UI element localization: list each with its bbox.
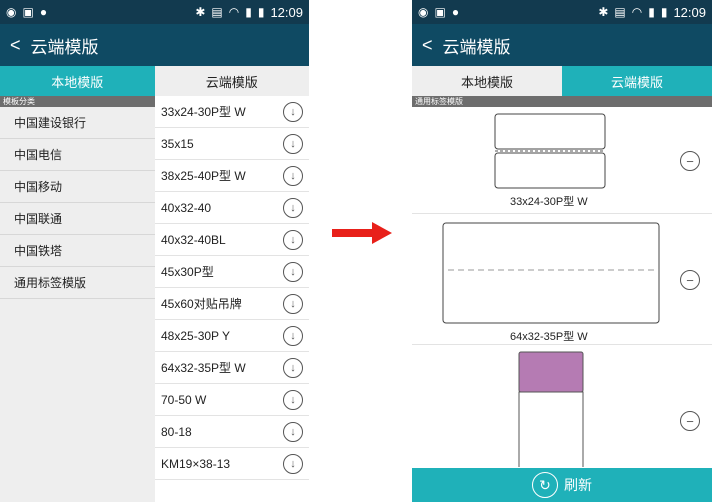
bluetooth-icon: ✱ [598,5,609,19]
back-arrow-icon[interactable]: < [10,35,21,56]
tab-bar: 本地模版 云端模版 [0,66,309,96]
category-header: 模板分类 [0,96,155,107]
sim-icon: ▮ [245,5,252,19]
download-icon[interactable]: ↓ [283,101,303,122]
download-icon[interactable]: ↓ [283,453,303,474]
chat-icon: ● [39,5,48,19]
status-time: 12:09 [270,4,303,20]
template-list: 33x24-30P型 W ↓ 35x15 ↓ 38x25-40P型 W ↓ 40x32… [155,96,309,502]
app-bar: < 云端模版 [412,24,712,66]
template-card[interactable]: 64x32-35P型 W − [412,214,712,345]
template-name: 48x25-30P Y [161,328,230,343]
status-bar: ◉ ▣ ● ✱ ▤ ◠ ▮ ▮ 12:09 [0,0,309,24]
nfc-icon: ▤ [211,5,223,19]
template-name: 45x30P型 [161,265,214,279]
template-name: 33x24-30P型 W [510,196,588,208]
download-icon[interactable]: ↓ [283,133,303,154]
sim-icon: ▮ [648,5,655,19]
app-notification-icon: ◉ [418,5,429,19]
page-title: 云端模版 [30,37,99,57]
app-bar: < 云端模版 [0,24,309,66]
template-card[interactable]: 33x24-30P型 W − [412,107,712,214]
category-item[interactable]: 中国联通 [0,203,155,235]
status-bar: ◉ ▣ ● ✱ ▤ ◠ ▮ ▮ 12:09 [412,0,712,24]
template-name: 70-50 W [161,392,207,407]
page-title: 云端模版 [442,37,511,57]
list-item[interactable]: 45x60对贴吊牌 ↓ [155,288,309,320]
download-icon[interactable]: ↓ [283,325,303,346]
image-icon: ▣ [22,5,34,19]
status-time: 12:09 [673,4,706,20]
template-name: 40x32-40BL [161,232,226,247]
label-preview [442,222,660,324]
download-icon[interactable]: ↓ [283,421,303,442]
list-item[interactable]: 40x32-40BL ↓ [155,224,309,256]
download-icon[interactable]: ↓ [283,261,303,282]
download-icon[interactable]: ↓ [283,293,303,314]
list-item[interactable]: KM19×38-13 ↓ [155,448,309,480]
list-item[interactable]: 80-18 ↓ [155,416,309,448]
template-name: 64x32-35P型 W [161,361,246,375]
list-item[interactable]: 40x32-40 ↓ [155,192,309,224]
list-item[interactable]: 48x25-30P Y ↓ [155,320,309,352]
battery-icon: ▮ [660,5,668,19]
tab-bar: 本地模版 云端模版 [412,66,712,96]
battery-icon: ▮ [257,5,265,19]
list-item[interactable]: 45x30P型 ↓ [155,256,309,288]
left-screen: ◉ ▣ ● ✱ ▤ ◠ ▮ ▮ 12:09 < 云端模版 本地模版 云端模版 模… [0,0,309,502]
list-item[interactable]: 35x15 ↓ [155,128,309,160]
back-arrow-icon[interactable]: < [422,35,433,56]
image-icon: ▣ [434,5,446,19]
bluetooth-icon: ✱ [195,5,206,19]
list-item[interactable]: 38x25-40P型 W ↓ [155,160,309,192]
category-item[interactable]: 中国铁塔 [0,235,155,267]
template-name: 40x32-40 [161,200,212,215]
right-screen: ◉ ▣ ● ✱ ▤ ◠ ▮ ▮ 12:09 < 云端模版 本地模版 云端模版 通… [412,0,712,502]
red-arrow-icon [332,222,392,244]
category-header: 通用标签模版 [412,96,712,107]
template-name: 33x24-30P型 W [161,105,246,119]
list-item[interactable]: 70-50 W ↓ [155,384,309,416]
template-card[interactable]: − [412,345,712,467]
remove-icon[interactable]: − [680,411,700,431]
template-name: 45x60对贴吊牌 [161,297,242,311]
category-item[interactable]: 中国电信 [0,139,155,171]
download-icon[interactable]: ↓ [283,229,303,250]
download-icon[interactable]: ↓ [283,197,303,218]
wifi-icon: ◠ [631,5,643,19]
chat-icon: ● [451,5,460,19]
download-icon[interactable]: ↓ [283,165,303,186]
template-name: 35x15 [161,136,194,151]
download-icon[interactable]: ↓ [283,357,303,378]
label-preview [494,113,606,189]
label-preview [518,351,584,467]
category-sidebar: 中国建设银行 中国电信 中国移动 中国联通 中国铁塔 通用标签模版 [0,107,155,502]
refresh-label: 刷新 [564,477,592,493]
download-icon[interactable]: ↓ [283,389,303,410]
list-item[interactable]: 64x32-35P型 W ↓ [155,352,309,384]
list-item[interactable]: 33x24-30P型 W ↓ [155,96,309,128]
category-item[interactable]: 中国建设银行 [0,107,155,139]
tab-local-templates[interactable]: 本地模版 [412,66,562,96]
nfc-icon: ▤ [614,5,626,19]
tab-cloud-templates[interactable]: 云端模版 [562,66,712,96]
wifi-icon: ◠ [228,5,240,19]
refresh-button[interactable]: ↻ 刷新 [412,468,712,502]
template-name: 80-18 [161,424,192,439]
tab-local-templates[interactable]: 本地模版 [0,66,155,96]
remove-icon[interactable]: − [680,151,700,171]
template-name: KM19×38-13 [161,456,231,471]
category-item[interactable]: 中国移动 [0,171,155,203]
remove-icon[interactable]: − [680,270,700,290]
template-name: 64x32-35P型 W [510,331,588,343]
template-name: 38x25-40P型 W [161,169,246,183]
refresh-icon: ↻ [532,472,558,498]
app-notification-icon: ◉ [6,5,17,19]
category-item[interactable]: 通用标签模版 [0,267,155,299]
tab-cloud-templates[interactable]: 云端模版 [154,66,309,96]
